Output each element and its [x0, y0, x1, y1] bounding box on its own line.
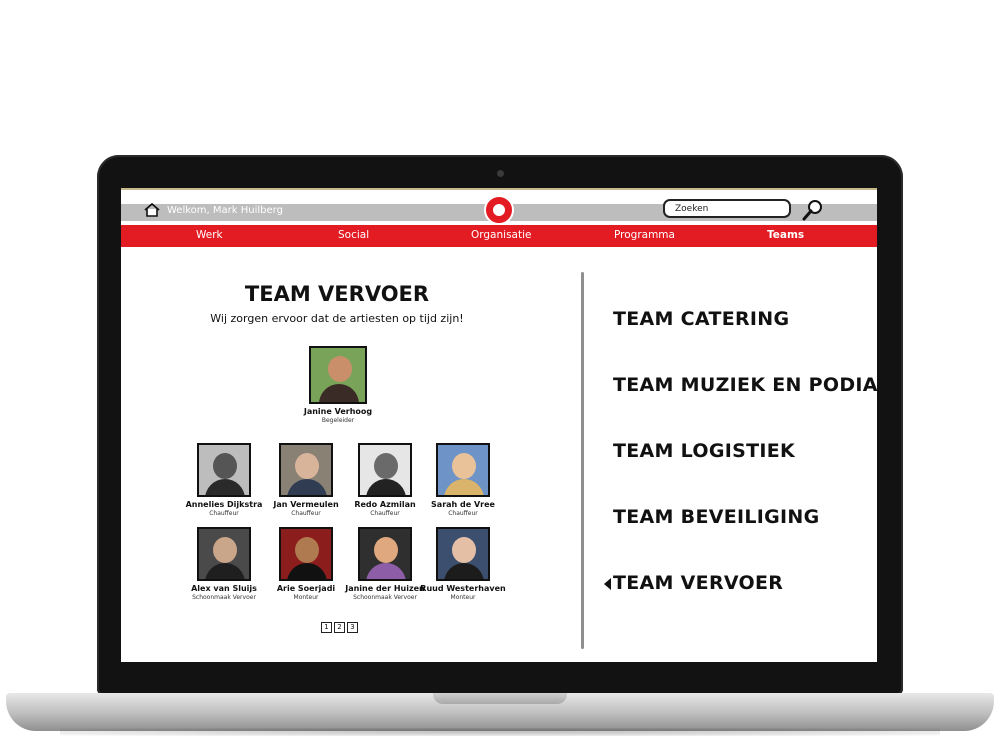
laptop-shadow: [60, 728, 940, 736]
avatar: [279, 443, 333, 497]
person-name: Sarah de Vree: [431, 500, 495, 509]
person-role: Chauffeur: [448, 510, 478, 517]
person-role: Monteur: [450, 594, 476, 601]
nav-item-social[interactable]: Social: [338, 229, 369, 241]
team-link-beveiliging[interactable]: TEAM BEVEILIGING: [613, 506, 820, 528]
home-icon[interactable]: [143, 202, 161, 218]
team-link-muziek-en-podia[interactable]: TEAM MUZIEK EN PODIA: [613, 374, 877, 396]
person-name: Ruud Westerhaven: [420, 584, 506, 593]
camera-icon: [497, 170, 504, 177]
avatar: [358, 527, 412, 581]
vertical-divider: [581, 272, 584, 649]
nav-item-organisatie[interactable]: Organisatie: [471, 229, 531, 241]
team-link-catering[interactable]: TEAM CATERING: [613, 308, 789, 330]
avatar: [279, 527, 333, 581]
laptop-notch: [433, 693, 567, 704]
main-nav: Werk Social Organisatie Programma Teams: [121, 225, 877, 247]
top-bar: Welkom, Mark Huilberg Zoeken: [121, 188, 877, 226]
person-role: Begeleider: [321, 417, 355, 424]
nav-item-teams[interactable]: Teams: [767, 229, 804, 241]
app-screen: Welkom, Mark Huilberg Zoeken Werk Social…: [121, 188, 877, 662]
member-card[interactable]: Sarah de Vree Chauffeur: [413, 443, 513, 517]
person-name: Janine Verhoog: [303, 407, 373, 416]
avatar: [436, 443, 490, 497]
page-button-1[interactable]: 1: [321, 622, 332, 633]
page-button-3[interactable]: 3: [347, 622, 358, 633]
avatar: [309, 346, 367, 404]
avatar: [197, 527, 251, 581]
team-link-logistiek[interactable]: TEAM LOGISTIEK: [613, 440, 795, 462]
welcome-text: Welkom, Mark Huilberg: [167, 205, 283, 216]
avatar: [358, 443, 412, 497]
nav-item-programma[interactable]: Programma: [614, 229, 675, 241]
search-icon[interactable]: [801, 198, 825, 222]
nav-item-werk[interactable]: Werk: [196, 229, 223, 241]
page-button-2[interactable]: 2: [334, 622, 345, 633]
pagination: 1 2 3: [321, 622, 358, 633]
search-input[interactable]: Zoeken: [663, 199, 791, 218]
avatar: [197, 443, 251, 497]
logo-icon[interactable]: [484, 195, 514, 225]
avatar: [436, 527, 490, 581]
team-link-vervoer[interactable]: TEAM VERVOER: [613, 572, 783, 594]
team-subtitle: Wij zorgen ervoor dat de artiesten op ti…: [210, 312, 464, 325]
member-card[interactable]: Ruud Westerhaven Monteur: [413, 527, 513, 601]
team-title: TEAM VERVOER: [244, 282, 430, 306]
arrow-left-icon: [604, 578, 611, 590]
team-leader[interactable]: Janine Verhoog Begeleider: [288, 346, 388, 424]
